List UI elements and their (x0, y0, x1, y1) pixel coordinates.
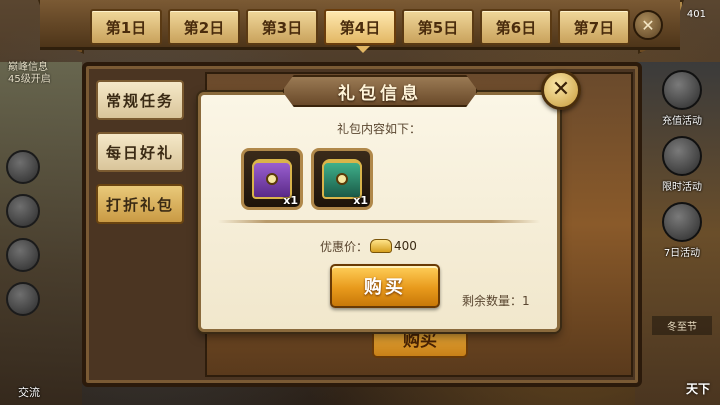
world-map-label[interactable]: 天下 (686, 380, 710, 397)
festival-label[interactable]: 冬至节 (652, 316, 712, 335)
item-count: x1 (353, 194, 368, 207)
world-icon[interactable] (6, 282, 40, 316)
price-row: 优惠价： 400 (320, 236, 417, 256)
modal-subtitle: 礼包内容如下： (336, 122, 421, 136)
recharge-activity-button[interactable]: 充值活动 (652, 70, 712, 130)
seven-day-activity-label: 7日活动 (663, 248, 701, 259)
left-hint-text: 巅峰信息 45级开启 (8, 62, 51, 85)
limited-activity-button[interactable]: 限时活动 (652, 136, 712, 196)
tab-day-6[interactable]: 第6日 (480, 9, 552, 45)
price-label: 优惠价： (320, 239, 369, 254)
tab-day-3[interactable]: 第3日 (246, 9, 318, 45)
recharge-icon (662, 70, 702, 110)
side-tab-regular-tasks[interactable]: 常规任务 (96, 80, 184, 120)
close-panel-button[interactable]: ✕ (633, 10, 663, 40)
tab-day-2[interactable]: 第2日 (168, 9, 240, 45)
seven-day-icon (662, 202, 702, 242)
price-value: 400 (394, 239, 417, 253)
pack-item-slot[interactable]: x1 (311, 148, 373, 210)
tab-day-1[interactable]: 第1日 (90, 9, 162, 45)
item-count: x1 (283, 194, 298, 207)
right-activity-column: 充值活动 限时活动 7日活动 (652, 70, 712, 268)
active-tab-pointer (356, 46, 370, 53)
tab-day-5[interactable]: 第5日 (402, 9, 474, 45)
top-counter: 401 (686, 9, 706, 20)
modal-title: 礼包信息 (338, 83, 422, 104)
seven-day-activity-button[interactable]: 7日活动 (652, 202, 712, 262)
close-icon: ✕ (641, 15, 655, 35)
side-menu: 常规任务 每日好礼 打折礼包 (96, 80, 190, 236)
limited-activity-label: 限时活动 (662, 182, 702, 193)
left-icon-column (6, 150, 40, 326)
modal-title-banner: 礼包信息 (282, 75, 478, 107)
chat-icon[interactable] (6, 150, 40, 184)
friends-icon[interactable] (6, 238, 40, 272)
buy-button[interactable]: 购买 (330, 264, 440, 308)
side-tab-daily-gifts[interactable]: 每日好礼 (96, 132, 184, 172)
pack-item-slot[interactable]: x1 (241, 148, 303, 210)
tab-day-7[interactable]: 第7日 (558, 9, 630, 45)
chat-label[interactable]: 交流 (18, 384, 40, 400)
limited-event-icon (662, 136, 702, 176)
side-tab-discount-packs[interactable]: 打折礼包 (96, 184, 184, 224)
modal-divider (218, 220, 540, 223)
chest-lock (266, 173, 278, 185)
modal-close-button[interactable]: ✕ (541, 70, 581, 110)
recharge-activity-label: 充值活动 (662, 116, 702, 127)
mail-icon[interactable] (6, 194, 40, 228)
gold-ingot-icon (370, 239, 393, 253)
tab-day-4[interactable]: 第4日 (324, 9, 396, 45)
remaining-quantity: 剩余数量：1 (462, 294, 530, 308)
chest-lock (336, 173, 348, 185)
close-icon: ✕ (551, 77, 571, 102)
